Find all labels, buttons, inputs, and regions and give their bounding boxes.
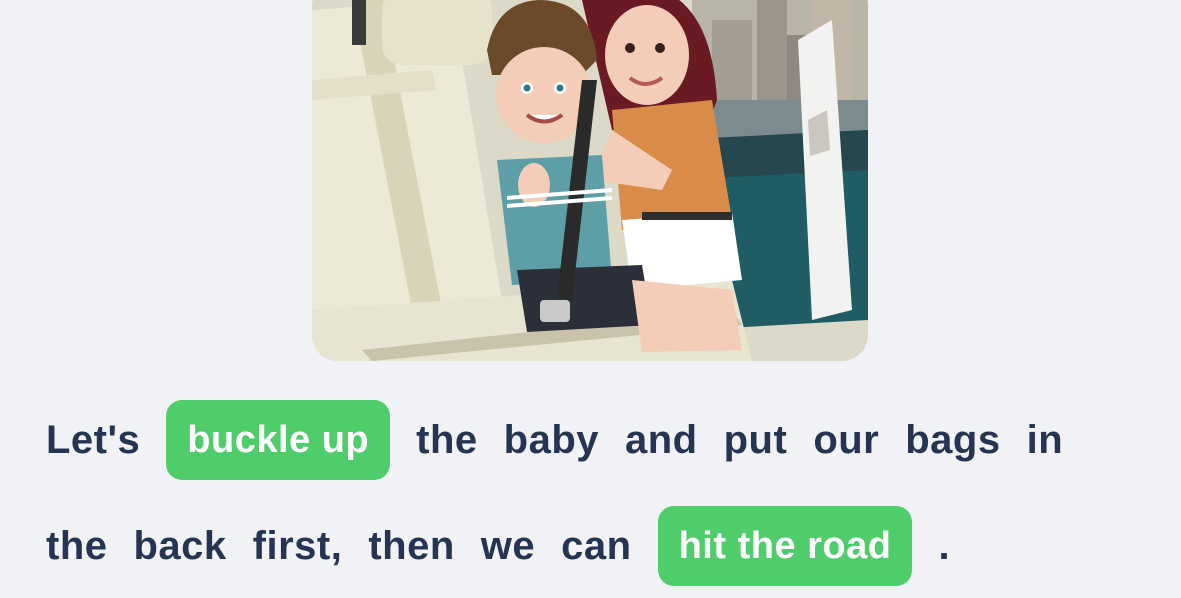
word: our xyxy=(813,417,880,462)
sentence-line-1: Let's buckle up the baby and put our bag… xyxy=(46,400,1063,480)
word: back xyxy=(133,523,227,568)
sentence-period: . xyxy=(938,523,951,568)
answer-chip-hit-the-road[interactable]: hit the road xyxy=(657,506,913,586)
lesson-stage: Let's buckle up the baby and put our bag… xyxy=(0,0,1181,598)
word: baby xyxy=(503,417,599,462)
word: first, xyxy=(252,523,343,568)
word: and xyxy=(625,417,698,462)
answer-chip-buckle-up[interactable]: buckle up xyxy=(166,400,391,480)
car-seatbelt-illustration xyxy=(312,0,868,361)
word: put xyxy=(723,417,788,462)
word: bags xyxy=(905,417,1001,462)
word: can xyxy=(561,523,632,568)
word: we xyxy=(480,523,536,568)
sentence-line-2: the back first, then we can hit the road… xyxy=(46,506,950,586)
word: the xyxy=(416,417,478,462)
word: in xyxy=(1026,417,1064,462)
illustration-svg xyxy=(312,0,868,361)
word: the xyxy=(46,523,108,568)
word-lets: Let's xyxy=(46,417,141,462)
word: then xyxy=(368,523,455,568)
